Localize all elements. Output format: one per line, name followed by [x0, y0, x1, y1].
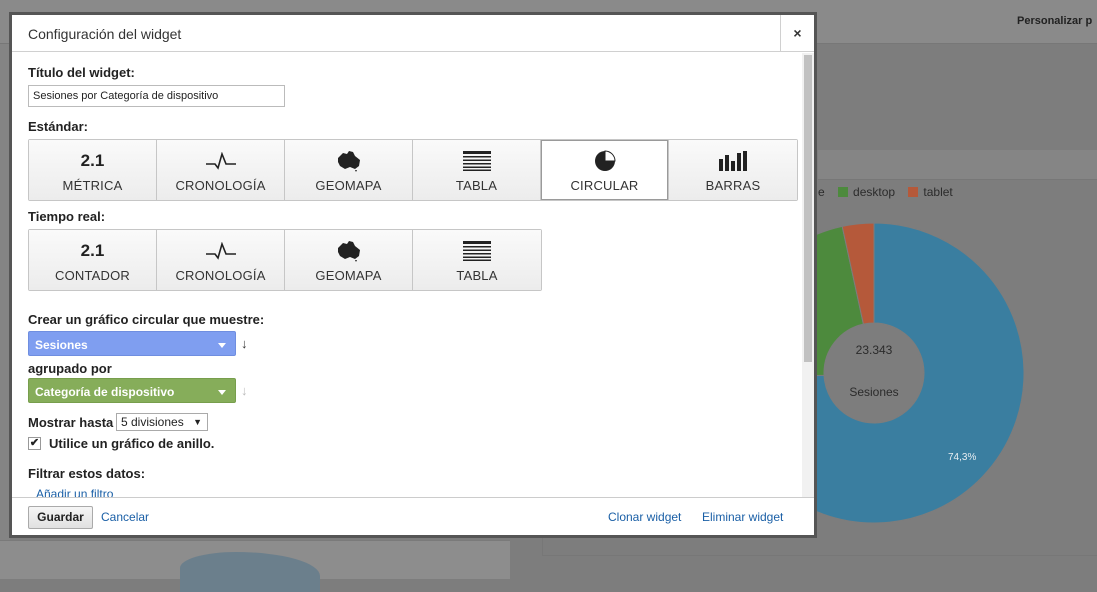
realtime-label: Tiempo real: — [28, 209, 106, 224]
widget-config-dialog: Configuración del widget × Título del wi… — [9, 12, 817, 538]
donut-percent-label: 74,3% — [948, 452, 977, 463]
dialog-footer: Guardar Cancelar Clonar widget Eliminar … — [12, 497, 814, 535]
metric-select-value: Sesiones — [35, 338, 88, 352]
close-button[interactable]: × — [780, 15, 814, 52]
scrollbar-thumb[interactable] — [804, 55, 812, 362]
dialog-body: Título del widget: Estándar: 2.1 MÉTRICA… — [12, 53, 802, 497]
type-button-label: TABLA — [455, 178, 498, 193]
type-button-label: BARRAS — [705, 178, 761, 193]
clone-widget-link[interactable]: Clonar widget — [608, 510, 681, 524]
save-button[interactable]: Guardar — [28, 506, 93, 529]
type-button-pie[interactable]: CIRCULAR — [541, 140, 669, 200]
personalize-link: Personalizar p — [1017, 15, 1093, 27]
type-button-label: TABLA — [456, 268, 498, 283]
close-icon: × — [793, 25, 802, 41]
dimension-select[interactable]: Categoría de dispositivo — [28, 378, 236, 403]
type-button-label: CRONOLOGÍA — [175, 268, 266, 283]
type-button-label: CONTADOR — [54, 268, 131, 283]
type-button-table[interactable]: TABLA — [413, 140, 541, 200]
cancel-link[interactable]: Cancelar — [101, 510, 149, 524]
type-button-bars[interactable]: BARRAS — [669, 140, 797, 200]
legend-swatch-desktop — [838, 187, 849, 197]
type-button-realtime-geomap[interactable]: GEOMAPA — [285, 230, 413, 290]
donut-checkbox-label: Utilice un gráfico de anillo. — [49, 436, 215, 451]
sort-arrow-icon[interactable]: ↓ — [241, 383, 248, 398]
table-icon — [413, 150, 540, 172]
donut-total: 23.343 — [855, 343, 893, 357]
dialog-title: Configuración del widget — [28, 26, 182, 42]
metric-select[interactable]: Sesiones — [28, 331, 236, 356]
legend-item-tablet: tablet — [923, 185, 953, 199]
type-button-label: CIRCULAR — [570, 178, 639, 193]
show-up-to-label: Mostrar hasta — [28, 415, 114, 430]
donut-checkbox[interactable]: ✔ — [28, 437, 41, 450]
legend-item-mobile: e — [818, 185, 825, 199]
background-panel-header — [818, 150, 1097, 180]
widget-title-label: Título del widget: — [28, 65, 135, 80]
dialog-scrollbar[interactable] — [802, 53, 814, 497]
type-button-realtime-timeline[interactable]: CRONOLOGÍA — [157, 230, 285, 290]
standard-visualization-buttons: 2.1 MÉTRICA CRONOLOGÍA GEOMAPA TABLA CIR… — [28, 139, 798, 201]
type-button-metric[interactable]: 2.1 MÉTRICA — [29, 140, 157, 200]
timeline-icon — [157, 240, 284, 262]
sort-arrow-icon[interactable]: ↓ — [241, 336, 248, 351]
realtime-visualization-buttons: 2.1 CONTADOR CRONOLOGÍA GEOMAPA TABLA — [28, 229, 542, 291]
widget-title-input[interactable] — [28, 85, 285, 107]
map-icon — [285, 150, 412, 172]
type-button-label: GEOMAPA — [315, 178, 382, 193]
type-button-label: CRONOLOGÍA — [175, 178, 266, 193]
bar-chart-icon — [669, 150, 797, 172]
metric-icon: 2.1 — [80, 151, 105, 170]
filter-label: Filtrar estos datos: — [28, 466, 146, 481]
type-button-label: MÉTRICA — [62, 178, 123, 193]
type-button-label: GEOMAPA — [315, 268, 382, 283]
dimension-select-value: Categoría de dispositivo — [35, 385, 175, 399]
grouped-by-label: agrupado por — [28, 361, 112, 376]
type-button-timeline[interactable]: CRONOLOGÍA — [157, 140, 285, 200]
dropdown-triangle-icon: ▼ — [193, 417, 202, 427]
checkmark-icon: ✔ — [29, 437, 40, 449]
add-filter-link[interactable]: Añadir un filtro — [36, 487, 113, 497]
delete-widget-link[interactable]: Eliminar widget — [702, 510, 783, 524]
dialog-header: Configuración del widget × — [12, 15, 814, 52]
divisions-select-value: 5 divisiones — [121, 415, 184, 429]
table-icon — [413, 240, 541, 262]
type-button-realtime-table[interactable]: TABLA — [413, 230, 541, 290]
counter-icon: 2.1 — [80, 241, 105, 260]
map-icon — [285, 240, 412, 262]
timeline-icon — [157, 150, 284, 172]
pie-prompt-label: Crear un gráfico circular que muestre: — [28, 312, 265, 327]
donut-metric: Sesiones — [849, 385, 899, 399]
chevron-down-icon — [218, 343, 226, 348]
pie-icon — [541, 150, 668, 172]
divisions-select[interactable]: 5 divisiones ▼ — [116, 413, 208, 431]
background-legend: e desktop tablet — [818, 185, 953, 199]
type-button-geomap[interactable]: GEOMAPA — [285, 140, 413, 200]
type-button-counter[interactable]: 2.1 CONTADOR — [29, 230, 157, 290]
legend-item-desktop: desktop — [853, 185, 896, 199]
donut-center: 23.343 Sesiones — [824, 323, 924, 423]
chevron-down-icon — [218, 390, 226, 395]
legend-swatch-tablet — [908, 187, 919, 197]
standard-label: Estándar: — [28, 119, 88, 134]
